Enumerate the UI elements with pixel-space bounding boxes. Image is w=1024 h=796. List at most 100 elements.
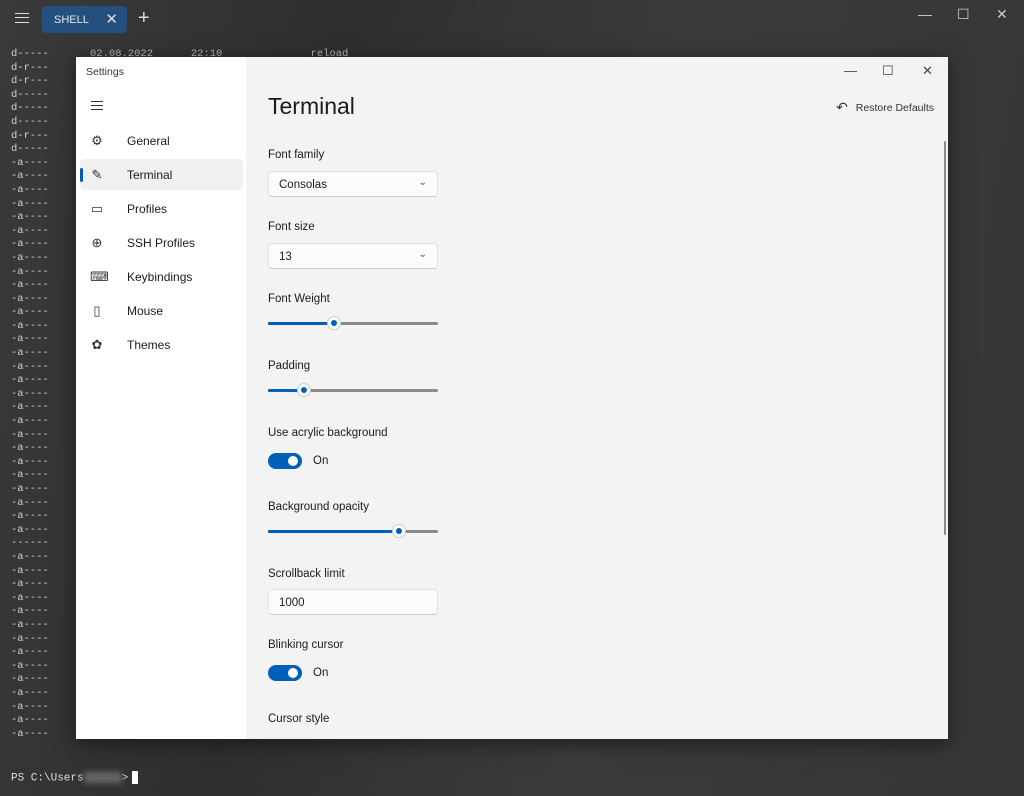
terminal-line: -a----	[11, 523, 49, 536]
terminal-line: -a----	[11, 686, 49, 699]
terminal-line: -a----	[11, 550, 49, 563]
terminal-line: -a----	[11, 211, 49, 224]
sidebar-item-label: Mouse	[127, 303, 164, 318]
new-tab-button[interactable]: +	[138, 7, 150, 30]
page-title: Terminal	[268, 93, 355, 119]
padding-label: Padding	[268, 360, 311, 372]
font-family-label: Font family	[268, 149, 325, 161]
slider-thumb[interactable]	[327, 316, 342, 330]
terminal-line: -a----	[11, 197, 49, 210]
globe-icon: ⊕	[91, 234, 103, 250]
terminal-line: -a----	[11, 496, 49, 509]
close-window-button[interactable]: ✕	[996, 6, 1008, 23]
terminal-line: -a----	[11, 564, 49, 577]
sidebar-item-label: SSH Profiles	[127, 235, 196, 250]
mouse-icon: ▯	[93, 302, 101, 318]
terminal-line: -a----	[11, 156, 49, 169]
toggle-switch[interactable]	[268, 453, 302, 469]
redacted-username	[83, 772, 122, 783]
close-button[interactable]: ✕	[922, 63, 933, 79]
acrylic-label: Use acrylic background	[268, 427, 388, 439]
sidebar-item-mouse[interactable]: ▯ Mouse	[80, 295, 243, 326]
terminal-line: -a----	[11, 442, 49, 455]
settings-sidebar: Settings ⚙ General ✎ Terminal ▭ Profiles ⊕ SSH …	[76, 57, 246, 739]
terminal-line: -a----	[11, 483, 49, 495]
profiles-icon: ▭	[90, 200, 104, 216]
font-size-dropdown[interactable]: 13 ⌄	[268, 243, 438, 269]
scrollbar[interactable]	[944, 141, 946, 535]
terminal-line: -a----	[11, 183, 49, 196]
restore-defaults-button[interactable]: ↶ Restore Defaults	[836, 99, 934, 116]
opacity-label: Background opacity	[268, 501, 370, 513]
terminal-line: ------	[11, 537, 49, 550]
sidebar-item-label: Keybindings	[127, 269, 193, 284]
terminal-line: d-r---	[11, 75, 49, 88]
prompt-end: >	[121, 772, 129, 785]
terminal-line: d-----	[11, 48, 49, 60]
chevron-down-icon: ⌄	[418, 249, 427, 260]
slider-thumb[interactable]	[391, 524, 406, 538]
terminal-line: -a----	[11, 659, 49, 672]
terminal-line: -a----	[11, 238, 49, 251]
settings-window: Settings ⚙ General ✎ Terminal ▭ Profiles ⊕ SSH …	[76, 57, 948, 739]
minimize-button[interactable]: —	[918, 6, 932, 22]
terminal-line: -a----	[11, 605, 49, 618]
acrylic-toggle[interactable]: On	[268, 453, 328, 469]
opacity-slider[interactable]	[268, 524, 438, 538]
font-weight-slider[interactable]	[268, 316, 438, 330]
terminal-line: -a----	[11, 292, 49, 305]
font-family-value: Consolas	[279, 179, 327, 191]
sidebar-item-label: General	[127, 133, 170, 148]
scrollback-label: Scrollback limit	[268, 568, 345, 580]
terminal-line: -a----	[11, 360, 49, 373]
terminal-output: d----- d-r--- d-r--- d----- d----- d----- d-r-…	[11, 48, 49, 741]
maximize-button[interactable]: ☐	[882, 63, 894, 79]
close-tab-icon[interactable]: ✕	[105, 10, 118, 28]
tab-label: SHELL	[54, 13, 89, 26]
toggle-state: On	[313, 455, 329, 467]
terminal-line: -a----	[11, 224, 49, 237]
restore-defaults-label: Restore Defaults	[855, 101, 934, 114]
slider-thumb[interactable]	[296, 383, 311, 397]
terminal-line: -a----	[11, 170, 49, 183]
terminal-line: d-----	[11, 143, 49, 156]
toggle-switch[interactable]	[268, 665, 302, 681]
terminal-line: -a----	[11, 578, 49, 591]
nav-menu-icon[interactable]	[91, 101, 103, 110]
font-size-value: 13	[279, 251, 292, 263]
maximize-button[interactable]: ☐	[957, 6, 970, 23]
toggle-state: On	[313, 667, 329, 679]
minimize-button[interactable]: —	[844, 63, 857, 78]
blinking-cursor-label: Blinking cursor	[268, 639, 344, 651]
sidebar-item-themes[interactable]: ✿ Themes	[80, 329, 243, 360]
terminal-line: -a----	[11, 673, 49, 686]
sidebar-item-keybindings[interactable]: ⌨ Keybindings	[80, 261, 243, 292]
keyboard-icon: ⌨	[90, 268, 109, 284]
terminal-edit-icon: ✎	[91, 166, 103, 182]
scrollback-input[interactable]: 1000	[268, 589, 438, 615]
text-cursor	[132, 771, 139, 784]
sidebar-item-profiles[interactable]: ▭ Profiles	[80, 193, 243, 224]
sidebar-item-label: Themes	[127, 337, 171, 352]
title-bar: SHELL ✕ + — ☐ ✕	[0, 0, 1024, 40]
tab-shell[interactable]: SHELL ✕	[42, 6, 127, 33]
font-family-dropdown[interactable]: Consolas ⌄	[268, 171, 438, 197]
sidebar-item-general[interactable]: ⚙ General	[80, 125, 243, 156]
padding-slider[interactable]	[268, 383, 438, 397]
gear-icon: ⚙	[91, 132, 103, 148]
terminal-line: -a----	[11, 347, 49, 360]
menu-icon[interactable]	[15, 13, 29, 23]
prompt-text: PS C:\Users	[11, 772, 84, 785]
sidebar-item-label: Profiles	[127, 201, 168, 216]
font-weight-label: Font Weight	[268, 293, 330, 305]
terminal-prompt[interactable]: PS C:\Users >	[11, 771, 139, 785]
terminal-line: -a----	[11, 374, 49, 387]
palette-icon: ✿	[91, 336, 103, 352]
sidebar-item-ssh-profiles[interactable]: ⊕ SSH Profiles	[80, 227, 243, 258]
terminal-line: -a----	[11, 415, 49, 428]
blinking-cursor-toggle[interactable]: On	[268, 665, 328, 681]
terminal-line: -a----	[11, 401, 49, 414]
sidebar-item-terminal[interactable]: ✎ Terminal	[80, 159, 243, 190]
chevron-down-icon: ⌄	[418, 177, 427, 188]
terminal-line: -a----	[11, 333, 49, 346]
